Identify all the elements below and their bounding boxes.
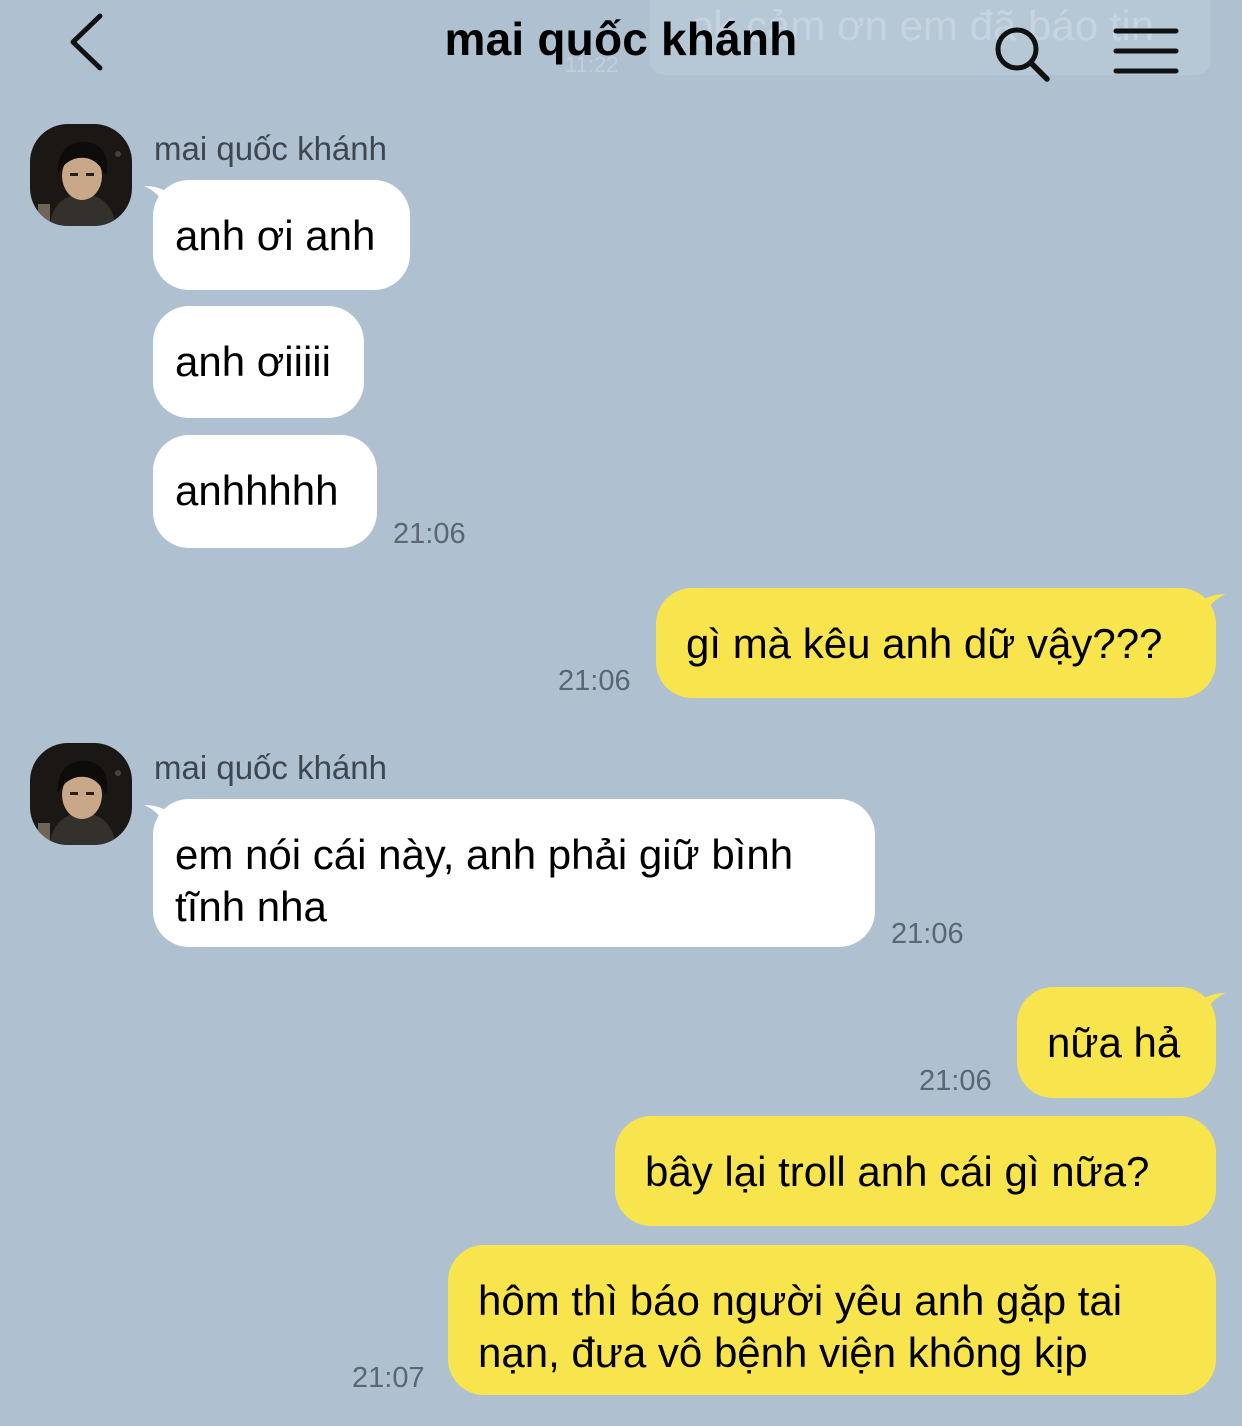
message-text-line: hôm thì báo người yêu anh gặp tai: [478, 1277, 1123, 1324]
chat-title: mai quốc khánh: [444, 13, 798, 65]
chat-header: ok cảm ơn em đã báo tin 11:22 mai quốc k…: [0, 0, 1242, 100]
sender-name: mai quốc khánh: [154, 130, 387, 167]
bubble-tail: [1196, 594, 1226, 616]
message-text: anh ơiiiii: [175, 338, 331, 385]
bubble-tail: [1196, 993, 1226, 1015]
message-bubble-incoming[interactable]: anh ơiiiii: [153, 306, 364, 418]
message-bubble-incoming[interactable]: em nói cái này, anh phải giữ bình tĩnh n…: [153, 799, 875, 947]
contact-photo: [30, 124, 132, 226]
message-bubble-incoming[interactable]: anhhhhh: [153, 435, 377, 548]
message-time: 21:07: [352, 1362, 425, 1394]
message-time: 21:06: [558, 665, 631, 697]
message-text-line: em nói cái này, anh phải giữ bình: [175, 831, 794, 878]
message-text: gì mà kêu anh dữ vậy???: [686, 620, 1163, 667]
message-time: 21:06: [891, 918, 964, 950]
message-text-line: nạn, đưa vô bệnh viện không kịp: [478, 1329, 1088, 1376]
hamburger-menu-icon: [1113, 28, 1179, 74]
sender-name: mai quốc khánh: [154, 749, 387, 786]
avatar[interactable]: [30, 124, 132, 226]
search-icon: [995, 27, 1050, 82]
message-text: anhhhhh: [175, 467, 339, 514]
message-bubble-incoming[interactable]: anh ơi anh: [153, 180, 410, 290]
contact-photo: [30, 743, 132, 845]
message-bubble-outgoing[interactable]: hôm thì báo người yêu anh gặp tai nạn, đ…: [448, 1245, 1216, 1395]
message-text: bây lại troll anh cái gì nữa?: [645, 1148, 1150, 1195]
message-bubble-outgoing[interactable]: gì mà kêu anh dữ vậy???: [656, 588, 1216, 698]
search-button[interactable]: [992, 24, 1052, 84]
message-bubble-outgoing[interactable]: nữa hả: [1017, 987, 1216, 1098]
message-time: 21:06: [919, 1065, 992, 1097]
avatar[interactable]: [30, 743, 132, 845]
message-time: 21:06: [393, 518, 466, 550]
message-bubble-outgoing[interactable]: bây lại troll anh cái gì nữa?: [615, 1116, 1216, 1226]
message-text: nữa hả: [1047, 1019, 1181, 1066]
menu-button[interactable]: [1112, 26, 1180, 78]
message-text: anh ơi anh: [175, 212, 376, 259]
message-text-line: tĩnh nha: [175, 883, 327, 930]
